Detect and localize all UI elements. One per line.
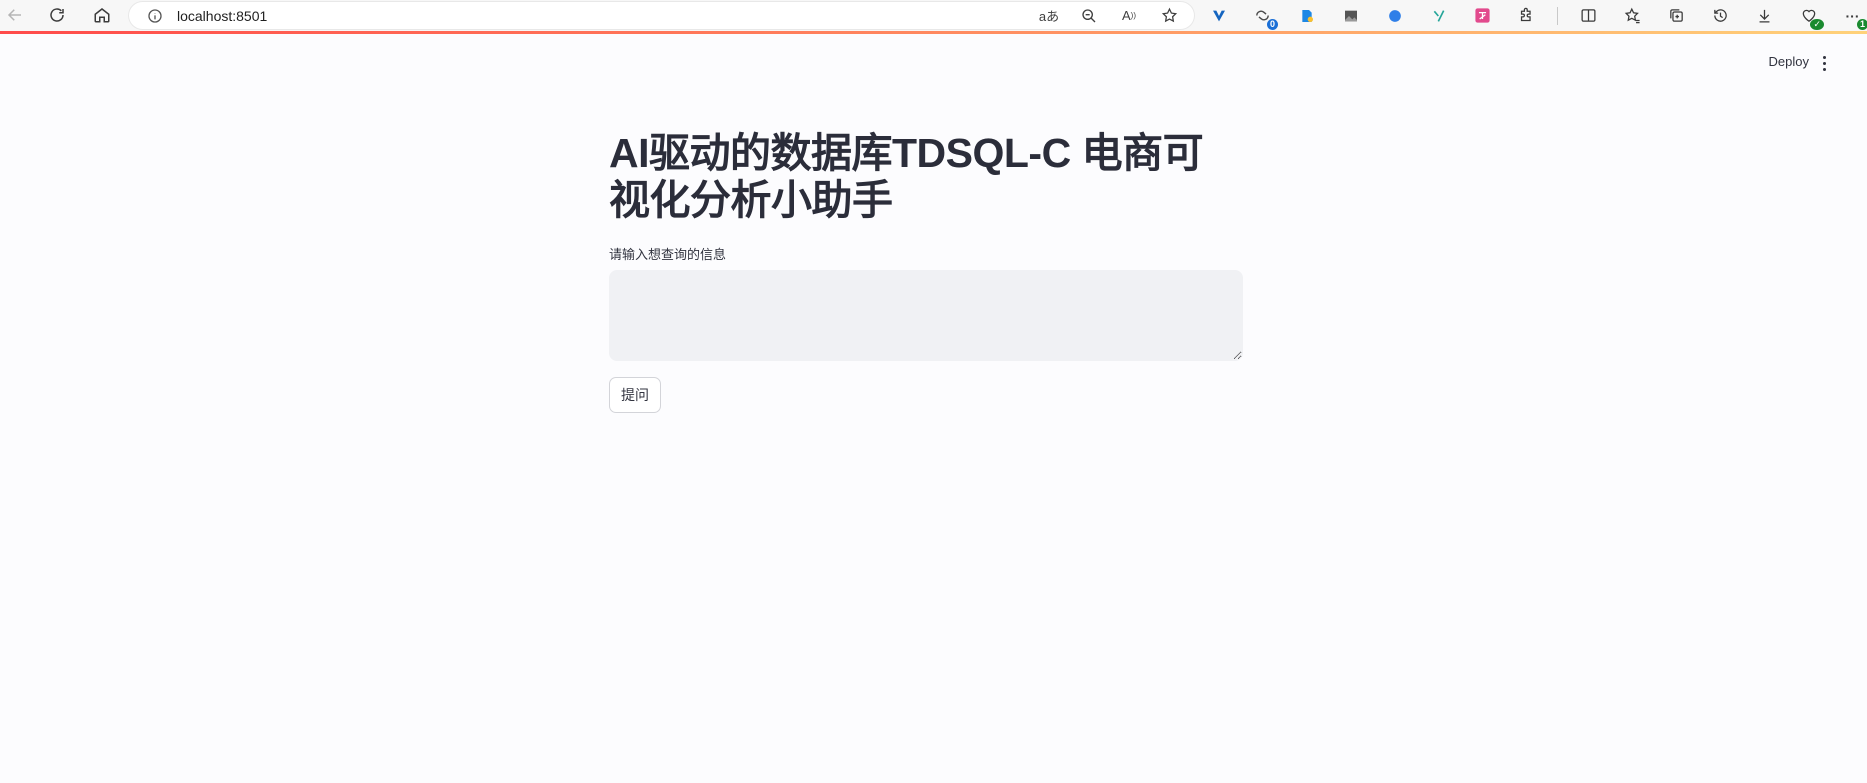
history-icon[interactable]: [1707, 4, 1734, 28]
sync-badge: 0: [1266, 18, 1278, 30]
toolbar-separator: [1557, 6, 1558, 25]
deploy-button[interactable]: Deploy: [1769, 54, 1809, 69]
sync-extension-icon[interactable]: 0: [1249, 4, 1278, 30]
more-badge: 1: [1856, 18, 1867, 30]
puzzle-extensions-icon[interactable]: [1513, 4, 1540, 28]
image-extension-icon[interactable]: [1337, 4, 1364, 28]
leaf-extension-icon[interactable]: [1425, 4, 1452, 28]
page-title: AI驱动的数据库TDSQL-C 电商可视化分析小助手: [609, 130, 1204, 223]
collections-icon[interactable]: [1663, 4, 1690, 28]
essentials-check-badge: ✓: [1810, 18, 1824, 30]
more-menu-icon[interactable]: ··· 1: [1839, 4, 1867, 30]
read-aloud-icon[interactable]: A)): [1116, 6, 1142, 26]
info-icon[interactable]: [147, 8, 163, 24]
zoom-out-icon[interactable]: [1076, 6, 1102, 26]
back-button[interactable]: [3, 3, 27, 27]
query-textarea[interactable]: [609, 270, 1243, 361]
ask-button[interactable]: 提问: [609, 377, 661, 413]
refresh-icon: [50, 8, 64, 22]
address-actions: aあ A)): [1036, 2, 1182, 29]
shopping-extension-icon[interactable]: [1293, 4, 1320, 28]
translate-icon[interactable]: aあ: [1036, 6, 1062, 26]
split-screen-icon[interactable]: [1575, 4, 1602, 28]
url-text[interactable]: localhost:8501: [177, 8, 267, 24]
vpn-extension-icon[interactable]: [1205, 4, 1232, 28]
home-icon: [94, 8, 110, 23]
query-input-wrapper: [609, 270, 1243, 361]
blue-dot-extension-icon[interactable]: [1381, 4, 1408, 28]
translate-extension-icon[interactable]: [1469, 4, 1496, 28]
extensions-bar: 0 ✓ ··· 1: [1205, 0, 1867, 31]
browser-essentials-icon[interactable]: ✓: [1795, 4, 1824, 30]
address-bar[interactable]: localhost:8501 aあ A)): [129, 2, 1194, 29]
query-input-label: 请输入想查询的信息: [609, 247, 727, 262]
home-button[interactable]: [90, 3, 114, 27]
favorite-star-icon[interactable]: [1156, 6, 1182, 26]
main-menu-icon[interactable]: [1814, 53, 1834, 73]
favorites-icon[interactable]: [1619, 4, 1646, 28]
browser-toolbar: localhost:8501 aあ A)) 0 ✓ ··· 1: [0, 0, 1867, 31]
arrow-left-icon: [7, 9, 21, 21]
download-icon[interactable]: [1751, 4, 1778, 28]
app-header: Deploy: [0, 34, 1867, 94]
refresh-button[interactable]: [45, 3, 69, 27]
main-content: AI驱动的数据库TDSQL-C 电商可视化分析小助手 请输入想查询的信息 提问: [609, 130, 1243, 413]
